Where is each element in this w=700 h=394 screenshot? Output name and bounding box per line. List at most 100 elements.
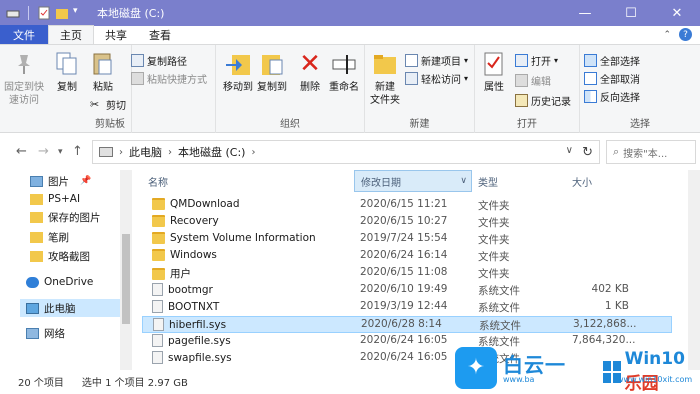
selection-info: 选中 1 个项目 2.97 GB: [81, 377, 188, 389]
chevron-down-icon[interactable]: ▾: [73, 6, 87, 20]
rename-icon: [329, 49, 359, 79]
file-name-cell: Recovery: [152, 215, 219, 227]
file-row[interactable]: System Volume Information 2019/7/24 15:54…: [142, 231, 672, 248]
pin-quick-access-button[interactable]: 固定到快 速访问: [4, 49, 44, 107]
delete-label: 删除: [300, 82, 320, 93]
back-arrow-icon[interactable]: ←: [16, 144, 27, 159]
edit-icon: [515, 74, 528, 87]
easy-access-label: 轻松访问: [421, 75, 461, 86]
column-name[interactable]: 名称: [142, 170, 354, 192]
properties-quick-icon[interactable]: [37, 6, 51, 20]
nav-item-guide-screenshots[interactable]: 攻略截图: [30, 247, 90, 265]
select-all-button[interactable]: 全部选择: [584, 53, 640, 68]
properties-icon: [479, 49, 509, 79]
minimize-button[interactable]: —: [562, 0, 608, 26]
cut-button[interactable]: ✂ 剪切: [90, 97, 126, 112]
up-arrow-icon[interactable]: ↑: [72, 144, 83, 159]
rename-button[interactable]: 重命名: [326, 49, 362, 94]
close-button[interactable]: ✕: [654, 0, 700, 26]
nav-item-ps-ai[interactable]: PS+AI: [30, 190, 80, 208]
nav-scrollbar[interactable]: [120, 170, 132, 370]
recent-chevron-down-icon[interactable]: ▾: [58, 147, 63, 157]
copy-button[interactable]: 复制: [52, 49, 82, 94]
system-file-icon: [152, 300, 163, 313]
file-date: 2020/6/15 11:21: [360, 198, 448, 210]
invert-selection-button[interactable]: 反向选择: [584, 89, 640, 104]
move-to-label: 移动到: [223, 82, 253, 93]
delete-button[interactable]: ✕ 删除: [296, 49, 324, 94]
address-row: ← → ▾ ↑ › 此电脑 › 本地磁盘 (C:) › ∨ ↻ ⌕ 搜索"本..…: [0, 134, 700, 170]
history-button[interactable]: 历史记录: [515, 93, 571, 108]
select-none-button[interactable]: 全部取消: [584, 71, 640, 86]
nav-item-label: 此电脑: [44, 302, 76, 315]
tab-home[interactable]: 主页: [48, 25, 94, 44]
file-type: 文件夹: [478, 234, 510, 246]
nav-item-network[interactable]: 网络: [26, 324, 65, 342]
file-row[interactable]: 用户 2020/6/15 11:08 文件夹: [142, 265, 672, 282]
paste-shortcut-button[interactable]: 粘贴快捷方式: [131, 71, 207, 86]
forward-arrow-icon[interactable]: →: [38, 144, 49, 159]
file-date: 2020/6/24 16:14: [360, 249, 448, 261]
edit-button[interactable]: 编辑: [515, 73, 551, 88]
copy-path-icon: [131, 54, 144, 67]
move-to-button[interactable]: 移动到: [220, 49, 256, 94]
new-item-button[interactable]: 新建项目 ▾: [405, 53, 468, 68]
refresh-icon[interactable]: ↻: [582, 145, 593, 160]
quick-access-toolbar: ▾: [0, 6, 87, 20]
address-bar[interactable]: › 此电脑 › 本地磁盘 (C:) › ∨ ↻: [92, 140, 600, 164]
folder-icon: [152, 249, 165, 261]
nav-scrollbar-thumb[interactable]: [122, 234, 130, 324]
file-name-cell: 用户: [152, 266, 191, 281]
open-button[interactable]: 打开 ▾: [515, 53, 558, 68]
column-type[interactable]: 类型: [472, 170, 566, 192]
nav-item-pictures[interactable]: 图片 📌: [30, 172, 91, 190]
file-name-cell: Windows: [152, 249, 217, 261]
easy-access-button[interactable]: 轻松访问 ▾: [405, 71, 468, 86]
chevron-down-icon: ▾: [464, 56, 469, 65]
breadcrumb-local-disk[interactable]: 本地磁盘 (C:): [178, 144, 245, 160]
breadcrumb-this-pc[interactable]: 此电脑: [129, 144, 162, 160]
column-size[interactable]: 大小: [566, 170, 646, 192]
pin-label: 固定到快 速访问: [4, 82, 44, 106]
win10-logo: Win10乐园: [603, 349, 700, 394]
file-row[interactable]: BOOTNXT 2019/3/19 12:44 系统文件 1 KB: [142, 299, 672, 316]
file-type: 文件夹: [478, 200, 510, 212]
file-row[interactable]: QMDownload 2020/6/15 11:21 文件夹: [142, 197, 672, 214]
file-date: 2020/6/15 10:27: [360, 215, 448, 227]
new-folder-button[interactable]: 新建 文件夹: [367, 49, 403, 107]
maximize-button[interactable]: ☐: [608, 0, 654, 26]
file-row[interactable]: bootmgr 2020/6/10 19:49 系统文件 402 KB: [142, 282, 672, 299]
file-type: 文件夹: [478, 251, 510, 263]
tab-view[interactable]: 查看: [138, 25, 182, 44]
nav-item-saved-pictures[interactable]: 保存的图片: [30, 208, 101, 226]
nav-item-this-pc[interactable]: 此电脑: [20, 299, 120, 317]
file-name: Windows: [170, 249, 217, 261]
properties-button[interactable]: 属性: [479, 49, 509, 94]
file-name: BOOTNXT: [168, 300, 220, 313]
search-input[interactable]: ⌕ 搜索"本...: [606, 140, 696, 164]
tab-share[interactable]: 共享: [94, 25, 138, 44]
nav-item-onedrive[interactable]: OneDrive: [26, 273, 93, 291]
logo-win-text: Win10: [624, 349, 685, 369]
copy-to-button[interactable]: 复制到: [254, 49, 290, 94]
nav-item-brushes[interactable]: 笔刷: [30, 228, 69, 246]
chevron-down-icon[interactable]: ∨: [566, 145, 573, 156]
file-row[interactable]: Windows 2020/6/24 16:14 文件夹: [142, 248, 672, 265]
paste-shortcut-label: 粘贴快捷方式: [147, 75, 207, 86]
new-folder-icon: [370, 49, 400, 79]
tab-file[interactable]: 文件: [0, 25, 48, 44]
pin-icon: 📌: [80, 176, 92, 186]
file-name-cell: hiberfil.sys: [153, 318, 226, 331]
file-list-scrollbar[interactable]: [688, 170, 700, 370]
file-row[interactable]: Recovery 2020/6/15 10:27 文件夹: [142, 214, 672, 231]
file-row[interactable]: hiberfil.sys 2020/6/28 8:14 系统文件 3,122,868.…: [142, 316, 672, 333]
file-name-cell: bootmgr: [152, 283, 213, 296]
new-folder-quick-icon[interactable]: [55, 6, 69, 20]
help-icon[interactable]: ?: [679, 28, 692, 41]
copy-path-button[interactable]: 复制路径: [131, 53, 187, 68]
collapse-ribbon-icon[interactable]: ⌃: [663, 30, 671, 40]
nav-item-label: OneDrive: [44, 276, 94, 288]
file-size: 402 KB: [591, 283, 629, 295]
paste-button[interactable]: 粘贴: [88, 49, 118, 94]
column-date-modified[interactable]: 修改日期 ∨: [354, 170, 472, 192]
